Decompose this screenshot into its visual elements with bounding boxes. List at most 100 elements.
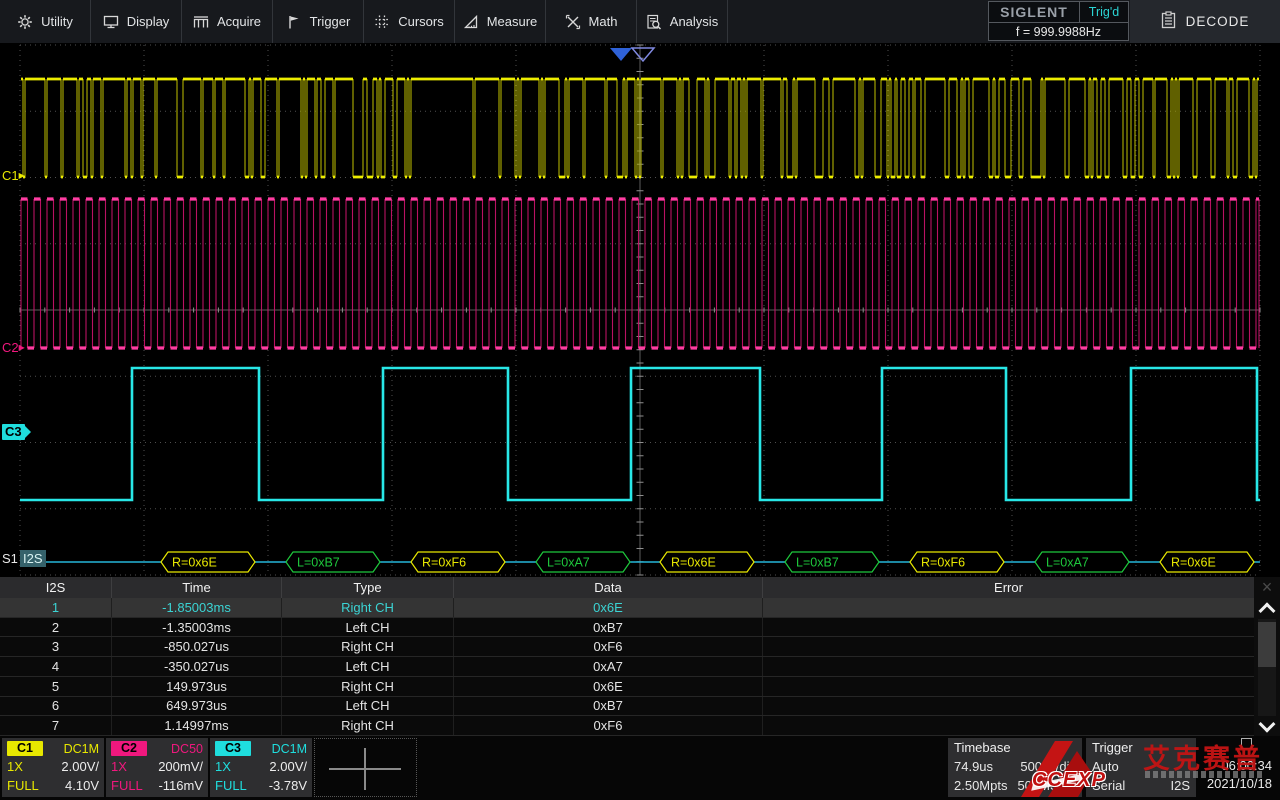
menu-item-math[interactable]: Math xyxy=(546,0,637,43)
channel-label-c2[interactable]: C2▶ xyxy=(2,340,25,356)
bus-frame-label: L=0xB7 xyxy=(796,556,839,570)
table-cell: 5 xyxy=(0,677,112,696)
channel-descriptor-c1[interactable]: C1DC1M1X2.00V/FULL4.10V xyxy=(2,738,104,797)
table-row[interactable]: 2-1.35003msLeft CH0xB7 xyxy=(0,618,1254,638)
waveform-canvas: R=0x6EL=0xB7R=0xF6L=0xA7R=0x6EL=0xB7R=0x… xyxy=(0,43,1280,577)
scrollbar-track[interactable] xyxy=(1258,619,1276,716)
table-cell xyxy=(763,716,1254,735)
scrollbar-thumb[interactable] xyxy=(1258,622,1276,667)
timebase-title: Timebase xyxy=(954,740,1076,757)
channel-bandwidth: FULL xyxy=(111,778,143,793)
bus-label-s1[interactable]: S1 xyxy=(2,551,18,567)
menu-item-acquire[interactable]: Acquire xyxy=(182,0,273,43)
column-header-type: Type xyxy=(282,577,454,598)
menu-bar: Utility Display Acquire Trigger Cursors Measu… xyxy=(0,0,1280,43)
trigger-status-panel: SIGLENT Trig'd f = 999.9988Hz xyxy=(988,1,1129,41)
menu-item-display[interactable]: Display xyxy=(91,0,182,43)
menu-item-label: Cursors xyxy=(398,14,444,29)
table-cell: Right CH xyxy=(282,598,454,617)
bus-frame-label: R=0x6E xyxy=(172,556,217,570)
channel-descriptor-c2[interactable]: C2DC501X200mV/FULL-116mV xyxy=(106,738,208,797)
table-cell: 0xB7 xyxy=(454,618,763,637)
channel-probe: 1X xyxy=(7,759,23,774)
bus-type-chip[interactable]: I2S xyxy=(20,550,46,567)
table-cell: Right CH xyxy=(282,716,454,735)
timebase-scale: 500us/div xyxy=(1020,759,1076,774)
timebase-memory: 2.50Mpts xyxy=(954,778,1007,793)
menu-item-label: Acquire xyxy=(217,14,261,29)
table-cell: -1.85003ms xyxy=(112,598,282,617)
close-icon[interactable]: × xyxy=(1262,577,1273,599)
table-cell xyxy=(763,657,1254,676)
display-icon xyxy=(103,14,119,30)
decode-table: I2STimeTypeDataError 1-1.85003msRight CH… xyxy=(0,577,1280,736)
table-row[interactable]: 1-1.85003msRight CH0x6E xyxy=(0,598,1254,618)
tab-decode[interactable]: DECODE xyxy=(1130,0,1280,43)
table-cell xyxy=(763,677,1254,696)
table-row[interactable]: 3-850.027usRight CH0xF6 xyxy=(0,637,1254,657)
menu-item-label: Analysis xyxy=(670,14,718,29)
analysis-icon xyxy=(646,14,662,30)
trigger-mode: Auto xyxy=(1092,759,1119,774)
menu-item-label: Trigger xyxy=(310,14,351,29)
table-cell: 6 xyxy=(0,697,112,716)
clipboard-icon xyxy=(1161,11,1176,32)
decode-tab-label: DECODE xyxy=(1186,14,1250,29)
table-cell xyxy=(763,637,1254,656)
chevron-up-icon xyxy=(1259,602,1276,619)
column-header-data: Data xyxy=(454,577,763,598)
bus-frame-label: R=0xF6 xyxy=(921,556,965,570)
channel-offset: 4.10V xyxy=(65,778,99,793)
menu-item-analysis[interactable]: Analysis xyxy=(637,0,728,43)
table-cell: 4 xyxy=(0,657,112,676)
channel-coupling: DC50 xyxy=(171,742,203,756)
scroll-up-button[interactable] xyxy=(1261,599,1273,617)
waveform-display[interactable]: R=0x6EL=0xB7R=0xF6L=0xA7R=0x6EL=0xB7R=0x… xyxy=(0,43,1280,577)
table-row[interactable]: 4-350.027usLeft CH0xA7 xyxy=(0,657,1254,677)
gear-icon xyxy=(17,14,33,30)
bus-frame-label: L=0xA7 xyxy=(1046,556,1089,570)
decode-table-body: 1-1.85003msRight CH0x6E2-1.35003msLeft C… xyxy=(0,598,1254,736)
table-cell: 1.14997ms xyxy=(112,716,282,735)
table-cell: Right CH xyxy=(282,677,454,696)
table-cell: 0xB7 xyxy=(454,697,763,716)
trigger-frequency: f = 999.9988Hz xyxy=(989,23,1128,42)
screenshot-icon xyxy=(1241,738,1252,749)
channel-label-c3[interactable]: C3 xyxy=(2,424,25,440)
channel-scale: 2.00V/ xyxy=(269,759,307,774)
column-header-time: Time xyxy=(112,577,282,598)
decode-table-scrollbar: × xyxy=(1254,577,1280,736)
system-time: 06:00:34 xyxy=(1221,758,1272,773)
table-cell: 2 xyxy=(0,618,112,637)
table-row[interactable]: 5149.973usRight CH0x6E xyxy=(0,677,1254,697)
column-header-i2s: I2S xyxy=(0,577,112,598)
crosshair-icon xyxy=(364,748,366,790)
table-row[interactable]: 6649.973usLeft CH0xB7 xyxy=(0,697,1254,717)
menu-item-trigger[interactable]: Trigger xyxy=(273,0,364,43)
bus-frame-label: L=0xA7 xyxy=(547,556,590,570)
channel-bandwidth: FULL xyxy=(7,778,39,793)
table-cell: -850.027us xyxy=(112,637,282,656)
menu-item-utility[interactable]: Utility xyxy=(0,0,91,43)
scroll-down-button[interactable] xyxy=(1261,718,1273,736)
channel-scale: 2.00V/ xyxy=(61,759,99,774)
clock-area: 06:00:34 2021/10/18 xyxy=(1164,736,1274,800)
menu-item-label: Math xyxy=(589,14,618,29)
bus-frame-label: R=0x6E xyxy=(1171,556,1216,570)
menu-item-measure[interactable]: Measure xyxy=(455,0,546,43)
menu-item-label: Display xyxy=(127,14,170,29)
cursors-icon xyxy=(374,14,390,30)
menu-item-label: Measure xyxy=(487,14,538,29)
channel-label-c1[interactable]: C1▶ xyxy=(2,168,25,184)
table-cell: 0x6E xyxy=(454,677,763,696)
status-bar: C1DC1M1X2.00V/FULL4.10VC2DC501X200mV/FUL… xyxy=(0,736,1280,800)
bus-frame-label: L=0xB7 xyxy=(297,556,340,570)
timebase-descriptor[interactable]: Timebase 74.9us500us/div 2.50Mpts500MSa/… xyxy=(948,738,1082,797)
channel-scale: 200mV/ xyxy=(158,759,203,774)
table-cell: 7 xyxy=(0,716,112,735)
menu-item-cursors[interactable]: Cursors xyxy=(364,0,455,43)
table-row[interactable]: 71.14997msRight CH0xF6 xyxy=(0,716,1254,736)
column-header-error: Error xyxy=(763,577,1254,598)
empty-descriptor-box[interactable] xyxy=(314,738,417,797)
channel-descriptor-c3[interactable]: C3DC1M1X2.00V/FULL-3.78V xyxy=(210,738,312,797)
